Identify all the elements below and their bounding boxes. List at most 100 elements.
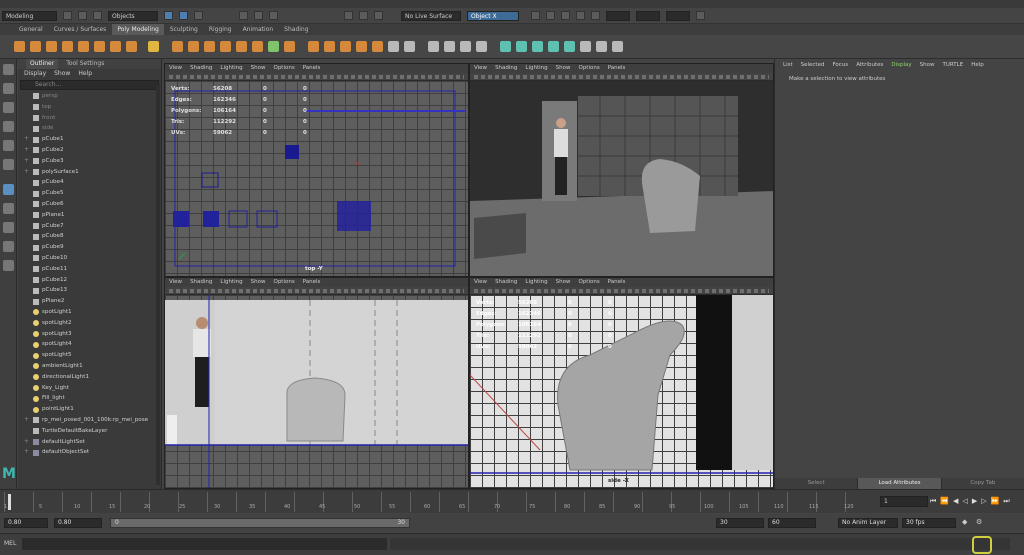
outliner-item[interactable]: spotLight3 — [24, 329, 161, 340]
toggle-panel-icon[interactable] — [546, 11, 555, 20]
vp-menu-panels[interactable]: Panels — [608, 64, 626, 73]
auto-key-icon[interactable]: ◆ — [962, 518, 967, 526]
scale-tool-icon[interactable] — [3, 159, 14, 170]
spherical-uv-icon[interactable] — [532, 41, 543, 52]
menuset-dropdown[interactable]: Modeling — [2, 10, 57, 21]
attr-menu-help[interactable]: Help — [971, 59, 984, 71]
viewport-front[interactable]: View Shading Lighting Show Options Panel… — [164, 277, 469, 489]
go-to-start-icon[interactable]: ⏮ — [930, 496, 936, 507]
vp-menu-options[interactable]: Options — [578, 278, 599, 287]
vp-menu-shading[interactable]: Shading — [190, 64, 212, 73]
viewport-persp-toolbar[interactable] — [470, 73, 773, 81]
merge-icon[interactable] — [388, 41, 399, 52]
outliner-item[interactable]: spotLight2 — [24, 318, 161, 329]
outliner-item[interactable]: ambientLight1 — [24, 361, 161, 372]
expand-icon[interactable]: + — [24, 415, 30, 426]
range-end-field[interactable]: 30 — [716, 518, 764, 528]
outliner-item[interactable]: front — [24, 113, 161, 124]
range-start-field[interactable]: 0.80 — [54, 518, 102, 528]
current-frame-field[interactable]: 1 — [880, 496, 928, 507]
mirror-icon[interactable] — [268, 41, 279, 52]
two-pane-layout-icon[interactable] — [3, 222, 14, 233]
tab-outliner[interactable]: Outliner — [26, 59, 59, 69]
character-set-icon[interactable]: ⚙ — [976, 518, 982, 526]
y-field[interactable] — [636, 10, 660, 21]
z-field[interactable] — [666, 10, 690, 21]
viewport-top-toolbar[interactable] — [165, 73, 468, 81]
expand-icon[interactable]: + — [24, 134, 30, 145]
viewport-top[interactable]: View Shading Lighting Show Options Panel… — [164, 63, 469, 277]
vp-menu-show[interactable]: Show — [556, 64, 571, 73]
shelf-tab-animation[interactable]: Animation — [238, 24, 279, 35]
attr-menu-turtle[interactable]: TURTLE — [942, 59, 963, 71]
poly-cone-icon[interactable] — [62, 41, 73, 52]
vp-menu-lighting[interactable]: Lighting — [525, 64, 547, 73]
paint-select-icon[interactable] — [3, 102, 14, 113]
viewport-side-toolbar[interactable] — [470, 287, 773, 295]
vp-menu-show[interactable]: Show — [251, 278, 266, 287]
vp-menu-options[interactable]: Options — [273, 278, 294, 287]
vp-menu-view[interactable]: View — [474, 64, 487, 73]
cut-uv-icon[interactable] — [596, 41, 607, 52]
play-backward-icon[interactable]: ◁ — [962, 496, 967, 507]
shelf-tab-shading[interactable]: Shading — [279, 24, 313, 35]
shelf-tab-rigging[interactable]: Rigging — [204, 24, 237, 35]
move-tool-icon[interactable] — [3, 121, 14, 132]
viewport-front-toolbar[interactable] — [165, 287, 468, 295]
shelf-tab-sculpting[interactable]: Sculpting — [165, 24, 203, 35]
snap-point-icon[interactable] — [269, 11, 278, 20]
snap-grid-icon[interactable] — [239, 11, 248, 20]
outliner-item[interactable]: Fill_light — [24, 393, 161, 404]
outliner-item[interactable]: pCube9 — [24, 242, 161, 253]
outliner-menu-help[interactable]: Help — [78, 69, 92, 79]
step-forward-key-icon[interactable]: ⏩ — [991, 496, 1000, 507]
range-bar[interactable]: 0 30 — [110, 518, 410, 528]
rotate-tool-icon[interactable] — [3, 140, 14, 151]
attr-menu-list[interactable]: List — [783, 59, 793, 71]
outliner-item[interactable]: pPlane2 — [24, 296, 161, 307]
workspace-icon[interactable] — [696, 11, 705, 20]
selection-mode-dropdown[interactable]: Objects — [108, 10, 158, 21]
collapse-icon[interactable] — [404, 41, 415, 52]
super-shape-icon[interactable] — [148, 41, 159, 52]
lasso-tool-icon[interactable] — [3, 83, 14, 94]
poly-torus-icon[interactable] — [78, 41, 89, 52]
anim-end-field[interactable]: 60 — [768, 518, 816, 528]
fill-hole-icon[interactable] — [372, 41, 383, 52]
extrude-icon[interactable] — [308, 41, 319, 52]
play-icon[interactable] — [576, 11, 585, 20]
poly-plane-icon[interactable] — [94, 41, 105, 52]
vp-menu-shading[interactable]: Shading — [495, 64, 517, 73]
poly-pipe-icon[interactable] — [126, 41, 137, 52]
offset-edge-loop-icon[interactable] — [460, 41, 471, 52]
outliner-item[interactable]: pCube13 — [24, 285, 161, 296]
outliner-item[interactable]: pCube11 — [24, 264, 161, 275]
outliner-item[interactable]: + pCube2 — [24, 145, 161, 156]
select-component-icon[interactable] — [194, 11, 203, 20]
outliner-item[interactable]: pCube4 — [24, 177, 161, 188]
outliner-item[interactable]: TurtleDefaultBakeLayer — [24, 426, 161, 437]
expand-icon[interactable]: + — [24, 145, 30, 156]
select-tool-icon[interactable] — [3, 64, 14, 75]
separate-icon[interactable] — [188, 41, 199, 52]
shelf-tab-general[interactable]: General — [14, 24, 48, 35]
quadrangulate-icon[interactable] — [284, 41, 295, 52]
vp-menu-shading[interactable]: Shading — [190, 278, 212, 287]
outliner-menu-display[interactable]: Display — [24, 69, 46, 79]
vp-menu-lighting[interactable]: Lighting — [525, 278, 547, 287]
stop-icon[interactable] — [591, 11, 600, 20]
outliner-item[interactable]: pCube7 — [24, 221, 161, 232]
vp-menu-panels[interactable]: Panels — [303, 64, 321, 73]
reduce-icon[interactable] — [252, 41, 263, 52]
attr-menu-selected[interactable]: Selected — [801, 59, 825, 71]
outliner-menu-show[interactable]: Show — [54, 69, 70, 79]
outliner-search-input[interactable]: Search... — [20, 80, 159, 90]
sew-uv-icon[interactable] — [612, 41, 623, 52]
expand-icon[interactable]: + — [24, 167, 30, 178]
outliner-item[interactable]: pCube5 — [24, 188, 161, 199]
attr-menu-display[interactable]: Display — [891, 59, 911, 71]
vp-menu-panels[interactable]: Panels — [303, 278, 321, 287]
cylindrical-uv-icon[interactable] — [516, 41, 527, 52]
booleans-icon[interactable] — [220, 41, 231, 52]
fps-dropdown[interactable]: 30 fps — [902, 518, 956, 528]
